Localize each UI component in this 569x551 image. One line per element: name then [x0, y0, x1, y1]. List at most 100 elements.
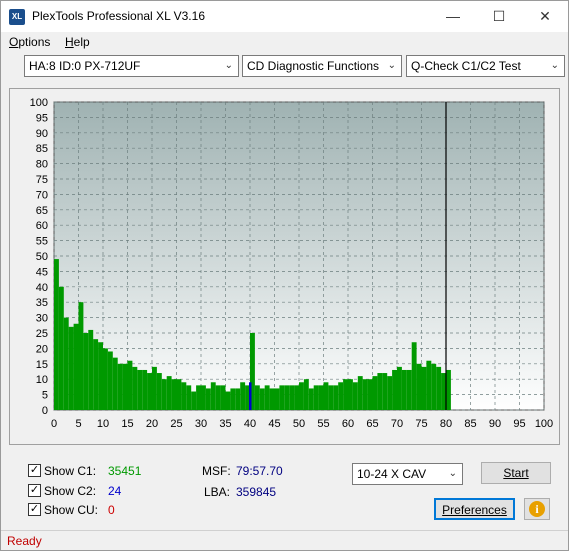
c1-bar	[88, 329, 94, 410]
x-tick-label: 5	[75, 418, 81, 430]
c1-bar	[279, 385, 285, 410]
y-tick-label: 85	[36, 143, 48, 155]
x-tick-label: 65	[366, 418, 378, 430]
y-tick-label: 100	[30, 97, 48, 109]
c1-bar	[78, 302, 84, 410]
y-tick-label: 70	[36, 189, 48, 201]
c1-bar	[382, 373, 388, 410]
close-button[interactable]: ✕	[522, 1, 568, 32]
menu-bar: Options Help	[1, 32, 568, 52]
lba-label: LBA:	[204, 485, 231, 499]
c1-bar	[112, 357, 118, 410]
x-tick-label: 35	[219, 418, 231, 430]
speed-select[interactable]: 10-24 X CAV ⌄	[352, 463, 463, 485]
start-button-label: Start	[503, 466, 529, 480]
y-tick-label: 20	[36, 343, 48, 355]
c1-bar	[58, 286, 64, 410]
c1-bar	[313, 385, 319, 410]
x-tick-label: 40	[244, 418, 256, 430]
menu-options[interactable]: Options	[9, 35, 50, 49]
c1-bar	[406, 369, 412, 410]
c1-bar	[269, 388, 275, 410]
y-tick-label: 55	[36, 236, 48, 248]
x-tick-label: 25	[170, 418, 182, 430]
c1-bar	[401, 369, 407, 410]
y-tick-label: 50	[36, 251, 48, 263]
c1-bar	[441, 373, 446, 410]
y-tick-label: 5	[42, 390, 48, 402]
status-bar: Ready	[1, 530, 568, 550]
x-tick-label: 0	[51, 418, 57, 430]
function-select-value: CD Diagnostic Functions	[247, 59, 380, 73]
msf-label: MSF:	[202, 464, 231, 478]
app-icon: XL	[9, 9, 25, 25]
c1-bar	[318, 385, 324, 410]
c1-bar	[372, 376, 378, 410]
c1-bar	[411, 342, 417, 410]
menu-help-accel: H	[65, 35, 74, 49]
c1-bar	[220, 385, 226, 410]
x-tick-label: 20	[146, 418, 158, 430]
c1-bar	[426, 360, 432, 410]
c1-bar	[122, 363, 128, 410]
c1-bar	[103, 348, 108, 410]
start-button[interactable]: Start	[481, 462, 551, 484]
cu-count-value: 0	[108, 503, 115, 517]
c1-bar	[323, 382, 329, 410]
show-c2-checkbox[interactable]: ✓	[28, 484, 41, 497]
chevron-down-icon: ⌄	[387, 60, 396, 71]
x-tick-label: 70	[391, 418, 403, 430]
c1-bar	[137, 369, 143, 410]
show-c1-checkbox[interactable]: ✓	[28, 464, 41, 477]
c1-bar	[421, 366, 427, 410]
c1-bar	[171, 379, 177, 410]
msf-value: 79:57.70	[236, 464, 283, 478]
c1-bar	[107, 351, 113, 410]
c1-bar	[152, 366, 157, 410]
c1-bar	[333, 385, 339, 410]
y-tick-label: 30	[36, 313, 48, 325]
c1-bar	[362, 379, 368, 410]
preferences-button[interactable]: Preferences	[434, 498, 515, 520]
chevron-down-icon: ⌄	[224, 60, 233, 71]
c1-bar	[357, 376, 363, 410]
y-tick-label: 75	[36, 174, 48, 186]
c1-bar	[215, 385, 221, 410]
y-tick-label: 95	[36, 112, 48, 124]
y-tick-label: 35	[36, 297, 48, 309]
c1-bar	[392, 369, 397, 410]
x-tick-label: 80	[440, 418, 452, 430]
drive-select[interactable]: HA:8 ID:0 PX-712UF ⌄	[24, 55, 239, 77]
function-select[interactable]: CD Diagnostic Functions ⌄	[242, 55, 402, 77]
status-text: Ready	[7, 534, 42, 548]
x-tick-label: 15	[121, 418, 133, 430]
c1-bar	[436, 366, 442, 410]
drive-select-value: HA:8 ID:0 PX-712UF	[29, 59, 141, 73]
c1-bar	[147, 373, 152, 410]
maximize-button[interactable]: ☐	[476, 1, 522, 32]
minimize-button[interactable]: —	[430, 1, 476, 32]
test-select[interactable]: Q-Check C1/C2 Test ⌄	[406, 55, 565, 77]
info-button[interactable]: i	[524, 498, 550, 520]
c1-bar	[338, 382, 344, 410]
c1-bar	[205, 388, 211, 410]
c2-bar	[249, 382, 252, 410]
menu-help[interactable]: Help	[65, 35, 90, 49]
show-c2-label: Show C2:	[44, 484, 97, 498]
c1-bar	[264, 385, 270, 410]
c1-bar	[352, 382, 358, 410]
c1-bar	[235, 388, 241, 410]
c1-bar	[328, 385, 334, 410]
c1-bar	[259, 388, 265, 410]
show-cu-checkbox[interactable]: ✓	[28, 503, 41, 516]
x-tick-label: 45	[268, 418, 280, 430]
c1-bar	[166, 376, 172, 410]
c1-bar	[254, 385, 260, 410]
preferences-button-label: Preferences	[442, 503, 507, 517]
c1-bar	[303, 379, 309, 410]
y-tick-label: 80	[36, 159, 48, 171]
show-cu-label: Show CU:	[44, 503, 99, 517]
y-tick-label: 25	[36, 328, 48, 340]
c1-bar	[210, 382, 216, 410]
x-tick-label: 55	[317, 418, 329, 430]
